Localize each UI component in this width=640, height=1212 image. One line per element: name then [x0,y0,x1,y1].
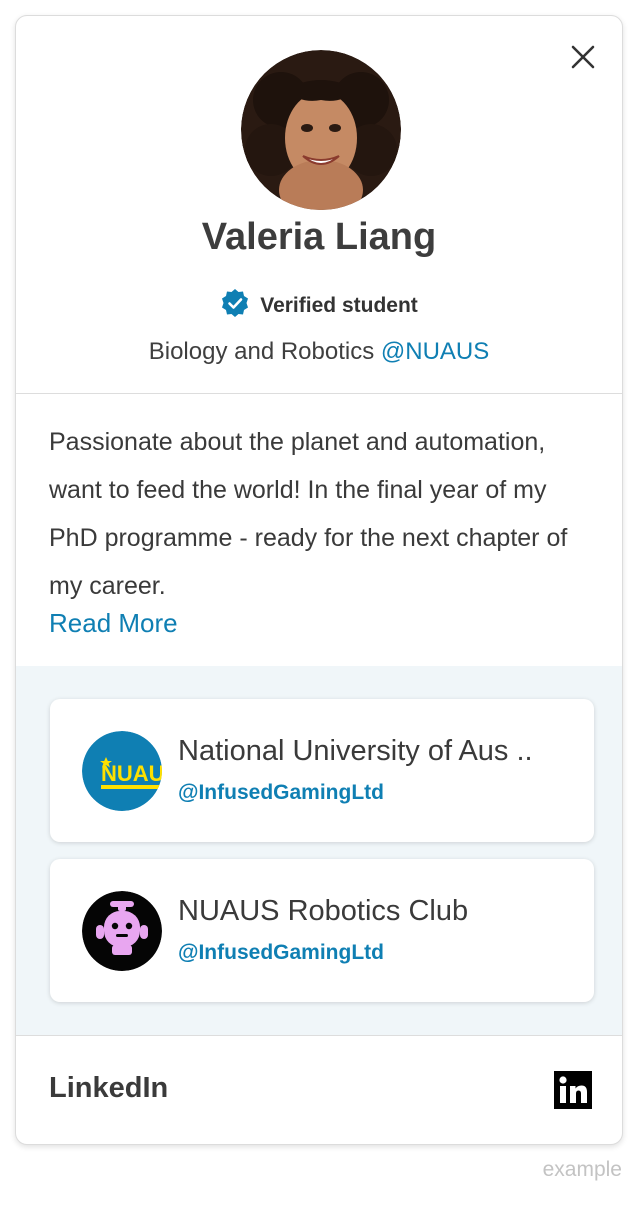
organization-handle[interactable]: @InfusedGamingLtd [178,781,384,805]
organizations-panel: NUAU National University of Aus .. @Infu… [16,666,622,1036]
close-icon[interactable] [570,44,596,70]
profile-bio: Passionate about the planet and automati… [49,428,568,600]
watermark-label: example [542,1158,622,1181]
organization-name: National University of Aus .. [178,735,533,767]
avatar [241,50,401,210]
linkedin-label: LinkedIn [49,1072,169,1104]
verified-badge-icon [220,288,250,324]
profile-card: Valeria Liang Verified student Biology a… [15,15,623,1145]
profile-subject: Biology and Robotics [148,338,375,365]
divider [16,393,622,394]
organization-card-university[interactable]: NUAU National University of Aus .. @Infu… [50,699,594,842]
organization-handle[interactable]: @InfusedGamingLtd [178,941,384,965]
svg-text:NUAU: NUAU [101,761,162,786]
verified-status: Verified student [16,288,622,324]
linkedin-icon[interactable] [554,1071,592,1109]
organization-card-robotics-club[interactable]: NUAUS Robotics Club @InfusedGamingLtd [50,859,594,1002]
verified-label: Verified student [260,294,418,317]
divider [16,1035,622,1036]
read-more-link[interactable]: Read More [49,608,178,639]
university-logo-icon: NUAU [82,731,162,811]
institution-link[interactable]: @NUAUS [381,338,489,365]
robot-logo-icon [82,891,162,971]
profile-subtitle: Biology and Robotics @NUAUS [16,338,622,366]
profile-name: Valeria Liang [201,216,437,258]
organization-name: NUAUS Robotics Club [178,895,469,927]
